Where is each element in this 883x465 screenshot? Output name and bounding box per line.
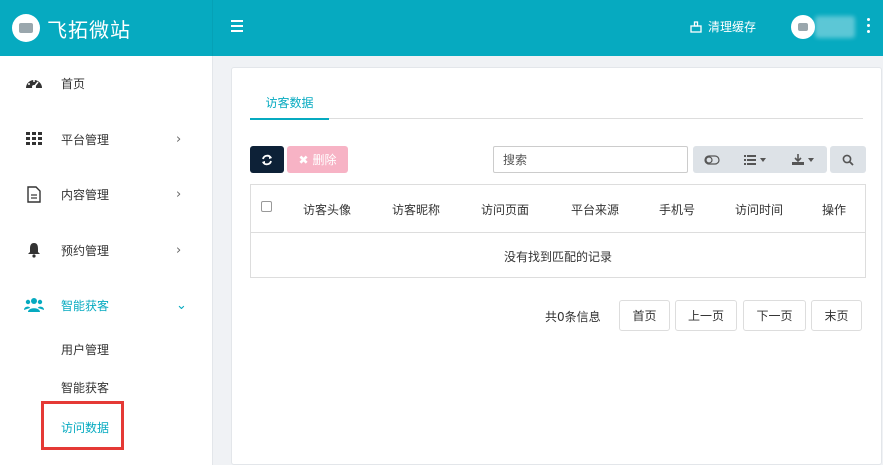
sidebar-item-content[interactable]: 内容管理 › [0,174,213,214]
users-icon [24,295,44,315]
top-bar: 飞拓微站 清理缓存 [0,0,883,56]
first-page-button[interactable]: 首页 [619,300,670,331]
select-all-checkbox[interactable] [261,201,272,212]
sidebar-item-label: 平台管理 [61,132,110,147]
empty-message: 没有找到匹配的记录 [503,249,612,264]
caret-down-icon [760,157,766,162]
sidebar-item-smart-leads[interactable]: 智能获客 ⌄ [0,285,213,325]
chevron-right-icon: › [176,186,182,202]
grid-icon [24,129,44,149]
sidebar-item-label: 智能获客 [61,298,110,313]
brand: 飞拓微站 [0,0,213,56]
column-header[interactable]: 访客头像 [303,201,351,218]
delete-button[interactable]: ✖ 删除 [287,146,348,173]
column-header[interactable]: 操作 [822,201,846,218]
chevron-right-icon: › [176,242,182,258]
search-icon [842,154,854,166]
clear-cache-button[interactable]: 清理缓存 [690,18,756,35]
more-menu-icon[interactable] [866,18,872,38]
broom-icon [690,20,702,33]
visitor-table: 访客头像 访客昵称 访问页面 平台来源 手机号 访问时间 操作 没有找到匹配的记… [250,184,866,278]
clear-cache-label: 清理缓存 [708,20,757,34]
advanced-search-button[interactable] [830,146,866,173]
tab-visitor-data[interactable]: 访客数据 [250,86,329,120]
column-header[interactable]: 平台来源 [571,201,619,218]
sidebar-item-label: 预约管理 [61,243,110,258]
delete-label: 删除 [312,153,337,167]
avatar[interactable] [791,15,815,39]
document-icon [24,184,44,204]
download-icon [792,154,804,165]
sidebar-subitem-smart-leads[interactable]: 智能获客 [61,379,109,396]
sidebar-item-label: 内容管理 [61,187,110,202]
sidebar-item-platform[interactable]: 平台管理 › [0,119,213,159]
refresh-button[interactable] [250,146,284,173]
column-header[interactable]: 手机号 [659,201,695,218]
column-header[interactable]: 访问页面 [481,201,529,218]
sidebar-item-label: 首页 [61,76,86,91]
highlight-box [41,401,124,450]
search-input[interactable] [493,146,688,173]
brand-logo [12,14,40,42]
chevron-right-icon: › [176,131,182,147]
sidebar-item-booking[interactable]: 预约管理 › [0,230,213,270]
toggle-view-button[interactable] [693,146,731,173]
brand-title: 飞拓微站 [47,17,131,42]
list-icon [744,154,756,165]
close-icon: ✖ [298,152,309,167]
refresh-icon [262,154,272,165]
table-header: 访客头像 访客昵称 访问页面 平台来源 手机号 访问时间 操作 [251,185,865,233]
prev-page-button[interactable]: 上一页 [675,300,737,331]
total-count: 共0条信息 [545,310,601,324]
chevron-down-icon: ⌄ [176,297,187,313]
column-header[interactable]: 访客昵称 [392,201,440,218]
last-page-button[interactable]: 末页 [811,300,862,331]
menu-toggle-icon[interactable] [231,20,243,36]
columns-button[interactable] [731,146,779,173]
export-button[interactable] [779,146,827,173]
toggle-icon [704,154,720,165]
tab-bar: 访客数据 [250,86,863,120]
table-toolbar [693,146,827,173]
next-page-button[interactable]: 下一页 [743,300,806,331]
content-card: 访客数据 ✖ 删除 访客头像 访客昵称 访问页面 平台来源 手机号 [231,67,882,465]
column-header[interactable]: 访问时间 [735,201,783,218]
bell-icon [24,240,44,260]
sidebar-subitem-user-management[interactable]: 用户管理 [61,341,109,358]
caret-down-icon [808,157,814,162]
sidebar-item-home[interactable]: 首页 [0,63,213,103]
user-name-blurred[interactable] [815,16,855,38]
dashboard-icon [24,73,44,93]
